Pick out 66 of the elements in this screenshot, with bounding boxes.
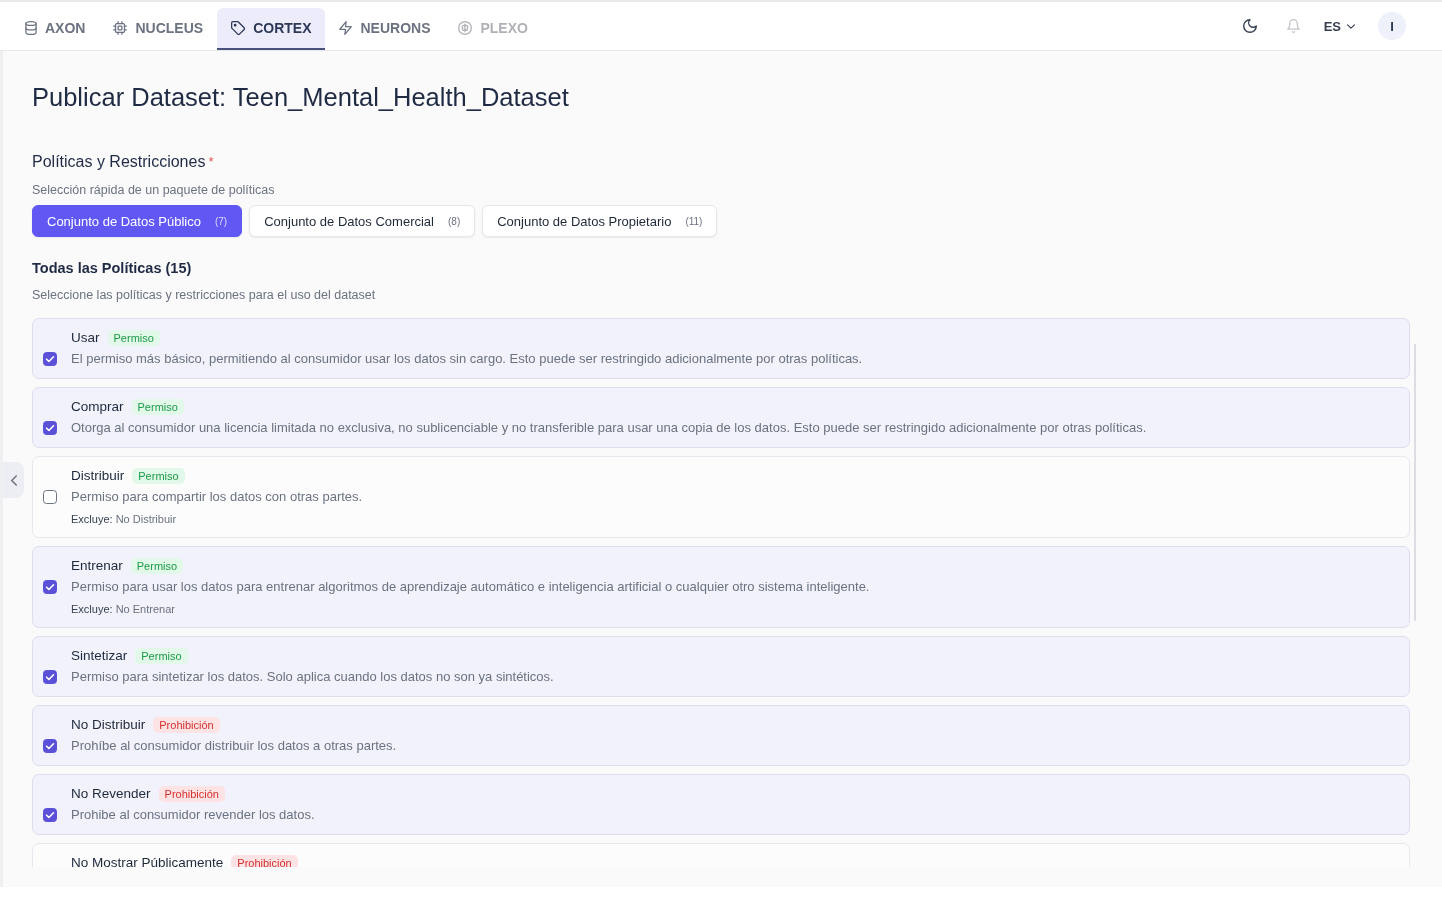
checkbox[interactable]	[43, 808, 57, 822]
chip-icon	[113, 21, 128, 35]
checkbox[interactable]	[43, 490, 57, 504]
dark-mode-button[interactable]	[1242, 19, 1257, 33]
policy-name: Entrenar	[71, 558, 123, 574]
policy-type-tag: Prohibición	[153, 717, 220, 733]
database-icon	[25, 21, 37, 35]
preset-button[interactable]: Conjunto de Datos Propietario (11)	[482, 205, 718, 237]
policy-name: No Revender	[71, 786, 151, 802]
lightning-icon	[339, 21, 353, 35]
policy-description: Otorga al consumidor una licencia limitada no exclusiva, no sublicenciable y no transferible para usar una copia de los datos. Esto puede ser restringido adicionalmente por otras políticas.	[71, 420, 1148, 436]
policy-description: El permiso más básico, permitiendo al consumidor usar los datos sin cargo. Esto puede ser restringido adicionalmente por otras políticas.	[71, 351, 864, 367]
avatar-button[interactable]: I	[1378, 12, 1406, 40]
policy-name: No Distribuir	[71, 717, 146, 733]
excludes-note: Excluye: No Entrenar	[71, 602, 176, 616]
nav-tab[interactable]: NEURONS	[325, 8, 445, 50]
section-label: Políticas y Restricciones	[32, 153, 206, 170]
language-select[interactable]: ES	[1323, 18, 1355, 34]
page-title: Publicar Dataset: Teen_Mental_Health_Dataset	[32, 83, 570, 111]
checkbox[interactable]	[43, 739, 57, 753]
presets-hint: Selección rápida de un paquete de políticas	[32, 182, 276, 198]
policy-name: Usar	[71, 330, 100, 346]
policy-name: Distribuir	[71, 468, 125, 484]
policy-card[interactable]	[32, 387, 1410, 448]
policy-type-tag: Permiso	[130, 558, 184, 574]
policy-card[interactable]: Usar Permiso El permiso más básico, permitiendo al consumidor usar los datos sin cargo. Esto puede ser restringido adicionalmente por otras políticas.	[32, 318, 1410, 379]
excludes-note: Excluye: No Distribuir	[71, 512, 178, 526]
policy-card[interactable]: No Distribuir Prohibición Prohíbe al consumidor distribuir los datos a otras partes.	[32, 705, 1410, 766]
policy-card[interactable]: Distribuir Permiso Permiso para compartir los datos con otras partes. Excluye: No Distribuir	[32, 456, 1410, 538]
policy-description: Permiso para usar los datos para entrenar algoritmos de aprendizaje automático e inteligencia artificial o cualquier otro sistema inteligente.	[71, 579, 871, 595]
policy-description: Prohibe al consumidor revender los datos.	[71, 807, 316, 823]
policy-type-tag: Permiso	[131, 399, 184, 415]
policy-name: Sintetizar	[71, 648, 128, 664]
policy-description: Prohíbe al consumidor distribuir los datos a otras partes.	[71, 738, 398, 754]
policy-type-tag: Permiso	[135, 648, 188, 664]
policy-type-tag: Permiso	[107, 330, 160, 346]
policy-type-tag: Prohibición	[158, 786, 225, 802]
checkbox[interactable]	[43, 421, 57, 435]
preset-button[interactable]: Conjunto de Datos Comercial (8)	[249, 205, 476, 237]
policy-name: Comprar	[71, 399, 124, 415]
policy-card[interactable]: Entrenar Permiso Permiso para usar los datos para entrenar algoritmos de aprendizaje automático e inteligencia artificial o cualquier otro sistema inteligente. Excluye: No Entrenar	[32, 546, 1410, 628]
policy-type-tag: Permiso	[132, 468, 185, 484]
section-hint: Seleccione las políticas y restricciones para el uso del dataset	[32, 287, 377, 303]
policy-description: Permiso para compartir los datos con otras partes.	[71, 489, 364, 505]
policy-card[interactable]: No Revender Prohibición Prohibe al consumidor revender los datos.	[32, 774, 1410, 835]
policy-type-tag: Prohibición	[231, 855, 298, 867]
checkbox[interactable]	[43, 580, 57, 594]
preset-button[interactable]: Conjunto de Datos Público (7)	[32, 205, 243, 237]
policy-card[interactable]: No Mostrar Públicamente Prohibición	[32, 843, 1410, 867]
checkbox[interactable]	[43, 352, 57, 366]
brain-icon	[458, 21, 473, 35]
policy-description: Permiso para sintetizar los datos. Solo aplica cuando los datos no son ya sintéticos.	[71, 669, 555, 685]
chevron-down-icon	[1347, 23, 1355, 29]
chevron-left-icon	[10, 474, 17, 486]
required-mark: *	[208, 154, 214, 169]
policy-card[interactable]: Sintetizar Permiso Permiso para sintetizar los datos. Solo aplica cuando los datos no son ya sintéticos.	[32, 636, 1410, 697]
nav-tab[interactable]: NUCLEUS	[99, 8, 218, 50]
moon-icon	[1242, 19, 1257, 33]
sidebar-toggle-button[interactable]	[3, 462, 24, 498]
nav-tab[interactable]: CORTEX	[217, 8, 326, 50]
checkbox[interactable]	[43, 670, 57, 684]
policy-name: No Mostrar Públicamente	[71, 855, 224, 867]
nav-tab[interactable]: AXON	[11, 8, 100, 50]
section-heading: Todas las Políticas (15)	[32, 259, 193, 278]
bell-icon	[1286, 19, 1300, 33]
tag-icon	[231, 21, 246, 35]
